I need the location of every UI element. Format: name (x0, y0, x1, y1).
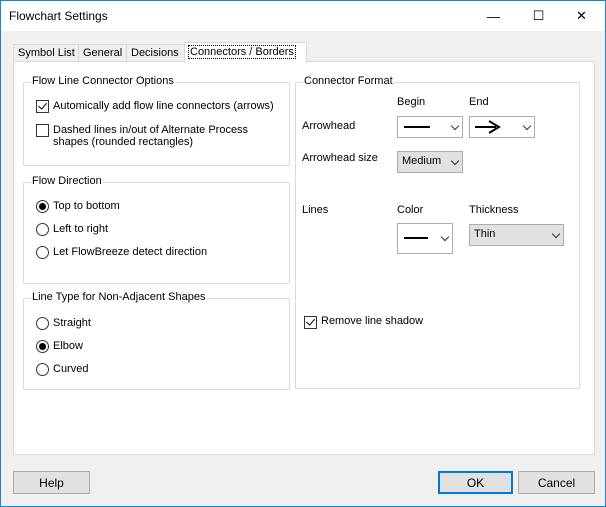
close-button[interactable]: ✕ (559, 1, 604, 31)
tab-label: Symbol List (18, 47, 75, 59)
help-button[interactable]: Help (13, 471, 90, 494)
cancel-button-label: Cancel (537, 475, 576, 490)
arrowhead-size-select[interactable]: Medium (397, 151, 463, 173)
chevron-down-icon (450, 121, 460, 131)
arrow-right-icon (475, 120, 501, 134)
dashed-lines-label-line1: Dashed lines in/out of Alternate Process (53, 124, 249, 136)
tab-symbol-list[interactable]: Symbol List (13, 44, 82, 62)
radio-straight[interactable] (36, 317, 49, 330)
title-bar: Flowchart Settings — ☐ ✕ (1, 1, 605, 31)
arrowhead-size-value: Medium (402, 155, 442, 167)
tab-label: Decisions (131, 47, 179, 59)
radio-top-to-bottom-label: Top to bottom (53, 200, 120, 212)
window-title: Flowchart Settings (9, 9, 108, 23)
flowchart-settings-dialog: Flowchart Settings — ☐ ✕ Symbol List Gen… (0, 0, 606, 507)
minimize-button[interactable]: — (471, 1, 516, 31)
tab-connectors-borders[interactable]: Connectors / Borders (184, 42, 307, 63)
flow-direction-group: Flow Direction Top to bottom Left to rig… (23, 175, 290, 284)
radio-curved[interactable] (36, 363, 49, 376)
cancel-button[interactable]: Cancel (518, 471, 595, 494)
plain-line-icon (404, 126, 430, 128)
line-color-select[interactable] (397, 223, 453, 254)
flow-line-connector-options-group: Flow Line Connector Options Automically … (23, 75, 290, 166)
maximize-icon: ☐ (532, 8, 545, 23)
begin-label: Begin (397, 96, 426, 108)
remove-shadow-label: Remove line shadow (321, 315, 424, 327)
chevron-down-icon (522, 121, 532, 131)
chevron-down-icon (440, 232, 450, 242)
radio-elbow[interactable] (36, 340, 49, 353)
tab-general[interactable]: General (78, 44, 130, 62)
ok-button[interactable]: OK (438, 471, 513, 494)
dashed-lines-checkbox[interactable] (36, 124, 49, 137)
end-label: End (469, 96, 489, 108)
thickness-label: Thickness (469, 204, 519, 216)
group-title: Flow Direction (31, 175, 103, 187)
maximize-button[interactable]: ☐ (516, 1, 561, 31)
tab-decisions[interactable]: Decisions (126, 44, 191, 62)
auto-add-connectors-checkbox[interactable] (36, 100, 49, 113)
radio-detect-direction[interactable] (36, 246, 49, 259)
remove-shadow-checkbox[interactable] (304, 316, 317, 329)
chevron-down-icon (450, 156, 460, 166)
thickness-value: Thin (474, 228, 496, 240)
radio-elbow-label: Elbow (53, 340, 83, 352)
tab-label: General (83, 47, 123, 59)
radio-top-to-bottom[interactable] (36, 200, 49, 213)
minimize-icon: — (487, 8, 500, 24)
dashed-lines-label-line2: shapes (rounded rectangles) (53, 136, 194, 148)
begin-arrowhead-select[interactable] (397, 116, 463, 138)
close-icon: ✕ (576, 8, 587, 23)
thickness-select[interactable]: Thin (469, 224, 564, 246)
radio-curved-label: Curved (53, 363, 89, 375)
help-button-label: Help (39, 475, 64, 490)
radio-straight-label: Straight (53, 317, 91, 329)
arrowhead-size-label: Arrowhead size (302, 152, 378, 164)
connector-format-group: Connector Format Begin End Arrowhead Arr… (295, 75, 580, 389)
radio-left-to-right[interactable] (36, 223, 49, 236)
chevron-down-icon (551, 229, 561, 239)
group-title: Line Type for Non-Adjacent Shapes (31, 291, 207, 303)
arrowhead-label: Arrowhead (302, 120, 356, 132)
radio-left-to-right-label: Left to right (53, 223, 109, 235)
end-arrowhead-select[interactable] (469, 116, 535, 138)
tab-panel: Flow Line Connector Options Automically … (13, 61, 595, 455)
radio-detect-direction-label: Let FlowBreeze detect direction (53, 246, 208, 258)
color-label: Color (397, 204, 424, 216)
ok-button-label: OK (466, 475, 485, 490)
tab-label: Connectors / Borders (188, 45, 296, 59)
auto-add-connectors-label: Automically add flow line connectors (ar… (53, 100, 274, 112)
line-color-swatch (404, 237, 428, 239)
lines-label: Lines (302, 204, 329, 216)
group-title: Connector Format (303, 75, 394, 87)
line-type-group: Line Type for Non-Adjacent Shapes Straig… (23, 291, 290, 390)
group-title: Flow Line Connector Options (31, 75, 175, 87)
